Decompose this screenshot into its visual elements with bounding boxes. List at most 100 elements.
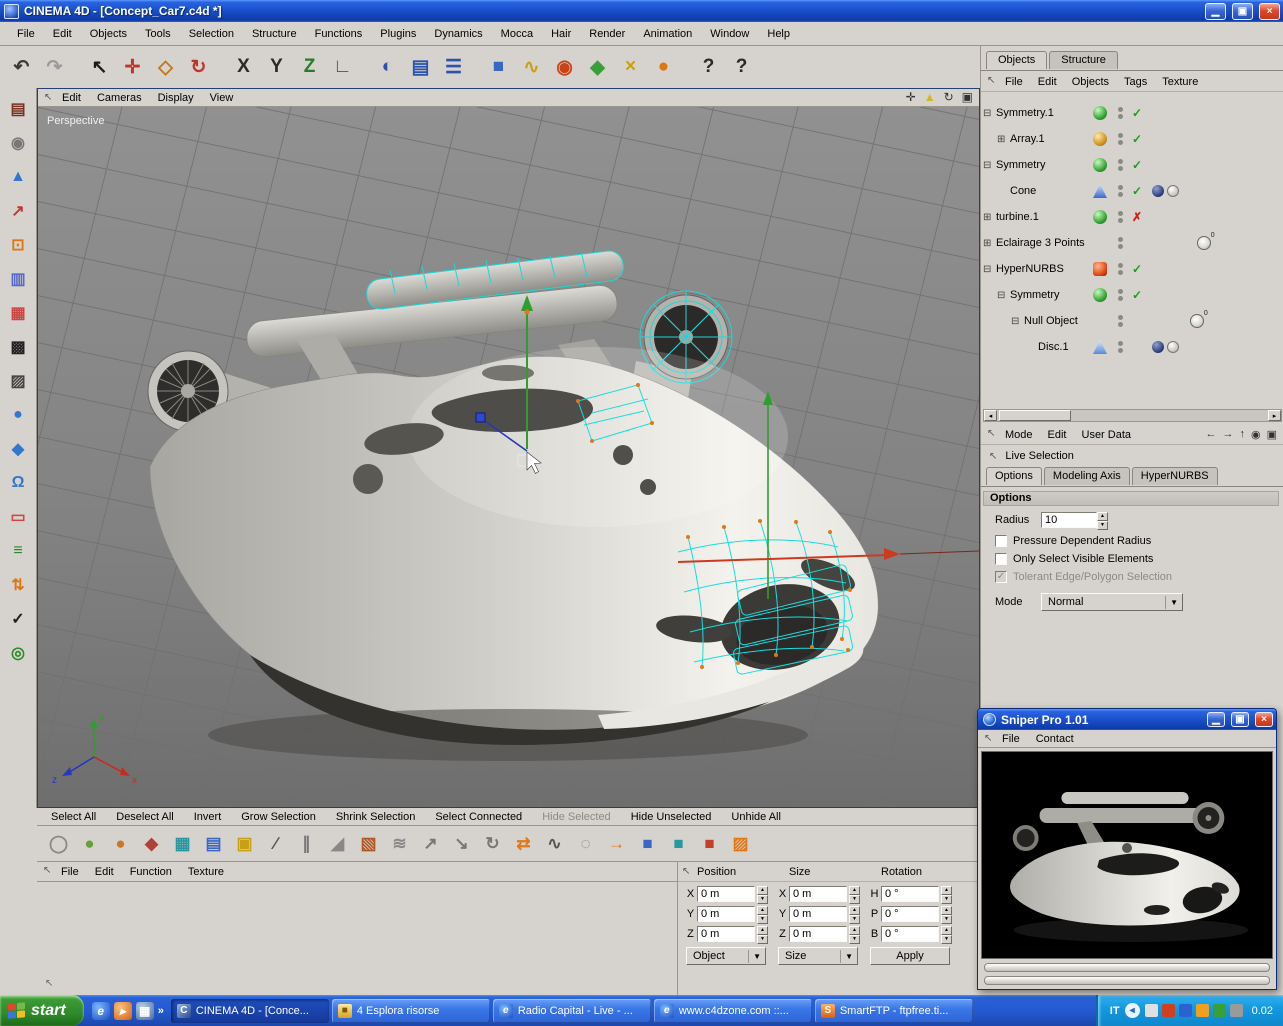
selection-command-button[interactable]: Shrink Selection (336, 811, 416, 823)
selection-command-button[interactable]: Select Connected (435, 811, 522, 823)
menu-item[interactable]: File (1005, 76, 1023, 88)
view-toggle-icon[interactable]: ▣ (962, 90, 973, 104)
coordinate-input[interactable]: 0 m (789, 886, 847, 902)
viewport-menu-item[interactable]: Display (158, 92, 194, 104)
tree-row[interactable]: ⊟ Symmetry.1 ✓ (981, 100, 1283, 126)
visibility-dots-icon[interactable] (1118, 314, 1123, 328)
menu-item[interactable]: File (61, 866, 79, 878)
edge-mode-icon[interactable]: ▥ (5, 266, 31, 292)
start-button[interactable]: start (0, 995, 84, 1026)
up-level-icon[interactable]: ↑ (1239, 428, 1245, 441)
lock-icon[interactable]: ✓ (5, 606, 31, 632)
enable-status-icon[interactable]: ✓ (1130, 158, 1144, 172)
menu-item[interactable]: File (1002, 733, 1020, 745)
coordinate-input[interactable]: 0 m (789, 926, 847, 942)
spinner[interactable]: ▲▼ (849, 886, 860, 902)
menu-item[interactable]: Objects (1072, 76, 1109, 88)
menu-item[interactable]: Hair (542, 25, 580, 43)
viewport-menu-item[interactable]: View (210, 92, 234, 104)
panel-grip-icon[interactable]: ↖ (682, 866, 690, 877)
taskbar-task[interactable]: S SmartFTP - ftpfree.ti... (815, 999, 973, 1023)
selection-command-button[interactable]: Select All (51, 811, 96, 823)
stitch-and-sew-icon[interactable]: ∿ (541, 830, 568, 857)
spinner[interactable]: ▲▼ (941, 886, 952, 902)
visibility-dots-icon[interactable] (1118, 158, 1123, 172)
object-name[interactable]: Eclairage 3 Points (996, 237, 1085, 249)
viewport-menu-item[interactable]: Edit (62, 92, 81, 104)
spinner[interactable]: ▲▼ (757, 906, 768, 922)
soft-selection-icon[interactable]: ● (76, 830, 103, 857)
coordinate-input[interactable]: 0 ° (881, 926, 939, 942)
spinner[interactable]: ▲▼ (941, 906, 952, 922)
menu-item[interactable]: Plugins (371, 25, 425, 43)
clock[interactable]: 0.02 (1252, 1005, 1273, 1017)
extrude-inner-icon[interactable]: ▣ (231, 830, 258, 857)
tree-row[interactable]: ⊟ HyperNURBS ✓ (981, 256, 1283, 282)
scroll-thumb[interactable] (999, 410, 1071, 421)
tree-row[interactable]: ⊟ Symmetry ✓ (981, 152, 1283, 178)
menu-item[interactable]: Mocca (492, 25, 542, 43)
render-view-icon[interactable]: ◐ (372, 52, 403, 83)
move-icon[interactable]: ✛ (117, 52, 148, 83)
taskbar-task[interactable]: C CINEMA 4D - [Conce... (171, 999, 329, 1023)
visibility-dots-icon[interactable] (1118, 340, 1123, 354)
edge-slide-icon[interactable]: ⇄ (510, 830, 537, 857)
selection-command-button[interactable]: Deselect All (116, 811, 173, 823)
quick-launch-overflow-icon[interactable]: » (158, 1005, 164, 1017)
object-type-icon[interactable] (1093, 340, 1107, 354)
model-mode-icon[interactable]: ▲ (5, 164, 31, 190)
lock-icon[interactable]: ◉ (1251, 428, 1261, 441)
workplane-icon[interactable]: ⇅ (5, 572, 31, 598)
object-name[interactable]: Disc.1 (1038, 341, 1069, 353)
coordinate-system-icon[interactable]: ∟ (327, 52, 358, 83)
add-material-icon[interactable]: ● (648, 52, 679, 83)
panel-grip-icon[interactable]: ↖ (987, 75, 995, 86)
object-type-icon[interactable] (1093, 106, 1107, 120)
tray-status-icon[interactable] (1196, 1004, 1209, 1017)
menu-item[interactable]: File (8, 25, 44, 43)
polygon-mode-icon[interactable]: ▦ (5, 300, 31, 326)
render-picture-viewer-icon[interactable]: ▤ (405, 52, 436, 83)
menu-item[interactable]: Edit (1038, 76, 1057, 88)
attributes-tab[interactable]: Options (986, 467, 1042, 485)
paint-selection-icon[interactable]: ● (107, 830, 134, 857)
viewport-menu-item[interactable]: Cameras (97, 92, 142, 104)
array-copy-icon[interactable]: ■ (634, 830, 661, 857)
context-help-icon[interactable]: ? (726, 52, 757, 83)
selection-command-button[interactable]: Unhide All (731, 811, 781, 823)
enable-status-icon[interactable]: ✗ (1130, 210, 1144, 224)
object-name[interactable]: HyperNURBS (996, 263, 1064, 275)
apply-button[interactable]: Apply (870, 947, 950, 965)
coordinate-input[interactable]: 0 ° (881, 886, 939, 902)
spinner[interactable]: ▲▼ (757, 886, 768, 902)
tray-status-icon[interactable] (1179, 1004, 1192, 1017)
menu-item[interactable]: User Data (1082, 429, 1132, 441)
clone-icon[interactable]: → (603, 830, 630, 857)
tree-row[interactable]: Disc.1 (981, 334, 1283, 360)
menu-item[interactable]: Contact (1036, 733, 1074, 745)
object-name[interactable]: Cone (1010, 185, 1036, 197)
expander-icon[interactable]: ⊞ (983, 238, 996, 249)
menu-item[interactable]: Render (580, 25, 634, 43)
attributes-tab[interactable]: Modeling Axis (1044, 467, 1130, 485)
window-minimize-button[interactable]: ▁ (1205, 3, 1226, 20)
normal-rotate-icon[interactable]: ↻ (479, 830, 506, 857)
visibility-dots-icon[interactable] (1118, 236, 1123, 250)
object-type-icon[interactable] (1093, 132, 1107, 146)
normal-move-icon[interactable]: ↗ (417, 830, 444, 857)
detach-icon[interactable]: ▣ (1267, 428, 1277, 441)
scroll-right-icon[interactable]: ▸ (1268, 410, 1281, 421)
menu-item[interactable]: Tags (1124, 76, 1147, 88)
panel-grip-icon[interactable]: ↖ (987, 428, 995, 439)
selection-command-button[interactable]: Hide Unselected (631, 811, 712, 823)
add-hypernurbs-icon[interactable]: ◉ (549, 52, 580, 83)
dynamics-icon[interactable]: ◎ (5, 640, 31, 666)
menu-item[interactable]: Texture (1162, 76, 1198, 88)
object-name[interactable]: turbine.1 (996, 211, 1039, 223)
expander-icon[interactable]: ⊞ (997, 134, 1010, 145)
texture-palette-icon[interactable]: ▤ (5, 96, 31, 122)
object-type-icon[interactable] (1190, 314, 1204, 328)
panel-tab[interactable]: Structure (1049, 51, 1118, 69)
enable-status-icon[interactable]: ✓ (1130, 184, 1144, 198)
expander-icon[interactable]: ⊟ (983, 160, 996, 171)
